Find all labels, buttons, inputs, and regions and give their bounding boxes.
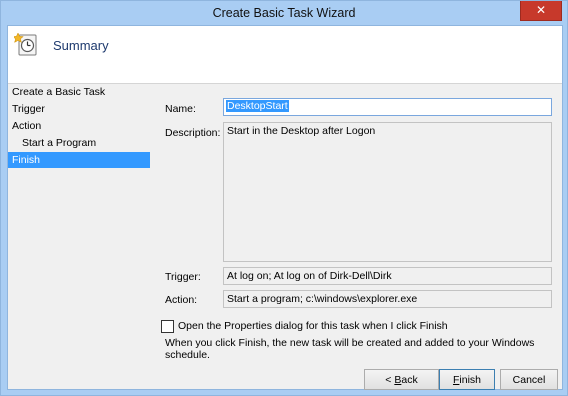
description-label: Description: <box>165 127 221 139</box>
page-title: Summary <box>53 38 109 53</box>
description-field[interactable]: Start in the Desktop after Logon <box>223 122 552 262</box>
action-label: Action: <box>165 294 198 306</box>
open-properties-checkbox[interactable] <box>161 320 174 333</box>
finish-button[interactable]: Finish <box>439 369 495 390</box>
finish-button-rest: inish <box>459 374 482 386</box>
nav-item-action[interactable]: Action <box>8 118 150 134</box>
wizard-body: Summary Create a Basic Task Trigger Acti… <box>7 25 563 390</box>
window-title: Create Basic Task Wizard <box>212 6 356 20</box>
nav-item-start-a-program[interactable]: Start a Program <box>8 135 150 151</box>
cancel-button[interactable]: Cancel <box>500 369 558 390</box>
trigger-field: At log on; At log on of Dirk-Dell\Dirk <box>223 267 552 285</box>
name-field[interactable]: DesktopStart <box>223 98 552 116</box>
wizard-header: Summary <box>8 26 562 84</box>
wizard-window: Create Basic Task Wizard ✕ Summary Creat… <box>0 0 568 396</box>
close-icon: ✕ <box>535 3 547 17</box>
title-bar[interactable]: Create Basic Task Wizard ✕ <box>1 1 567 25</box>
close-button[interactable]: ✕ <box>520 1 562 21</box>
nav-item-create-basic-task[interactable]: Create a Basic Task <box>8 84 150 100</box>
info-text: When you click Finish, the new task will… <box>165 337 535 361</box>
back-button[interactable]: < Back <box>364 369 439 390</box>
wizard-nav: Create a Basic Task Trigger Action Start… <box>8 84 150 169</box>
back-button-rest: ack <box>401 374 418 386</box>
name-label: Name: <box>165 103 196 115</box>
trigger-label: Trigger: <box>165 271 201 283</box>
task-scheduler-icon <box>14 32 37 56</box>
nav-item-finish[interactable]: Finish <box>8 152 150 168</box>
action-field: Start a program; c:\windows\explorer.exe <box>223 290 552 308</box>
back-button-prefix: < <box>385 374 395 386</box>
open-properties-label[interactable]: Open the Properties dialog for this task… <box>178 320 448 332</box>
name-value: DesktopStart <box>226 100 289 112</box>
nav-item-trigger[interactable]: Trigger <box>8 101 150 117</box>
